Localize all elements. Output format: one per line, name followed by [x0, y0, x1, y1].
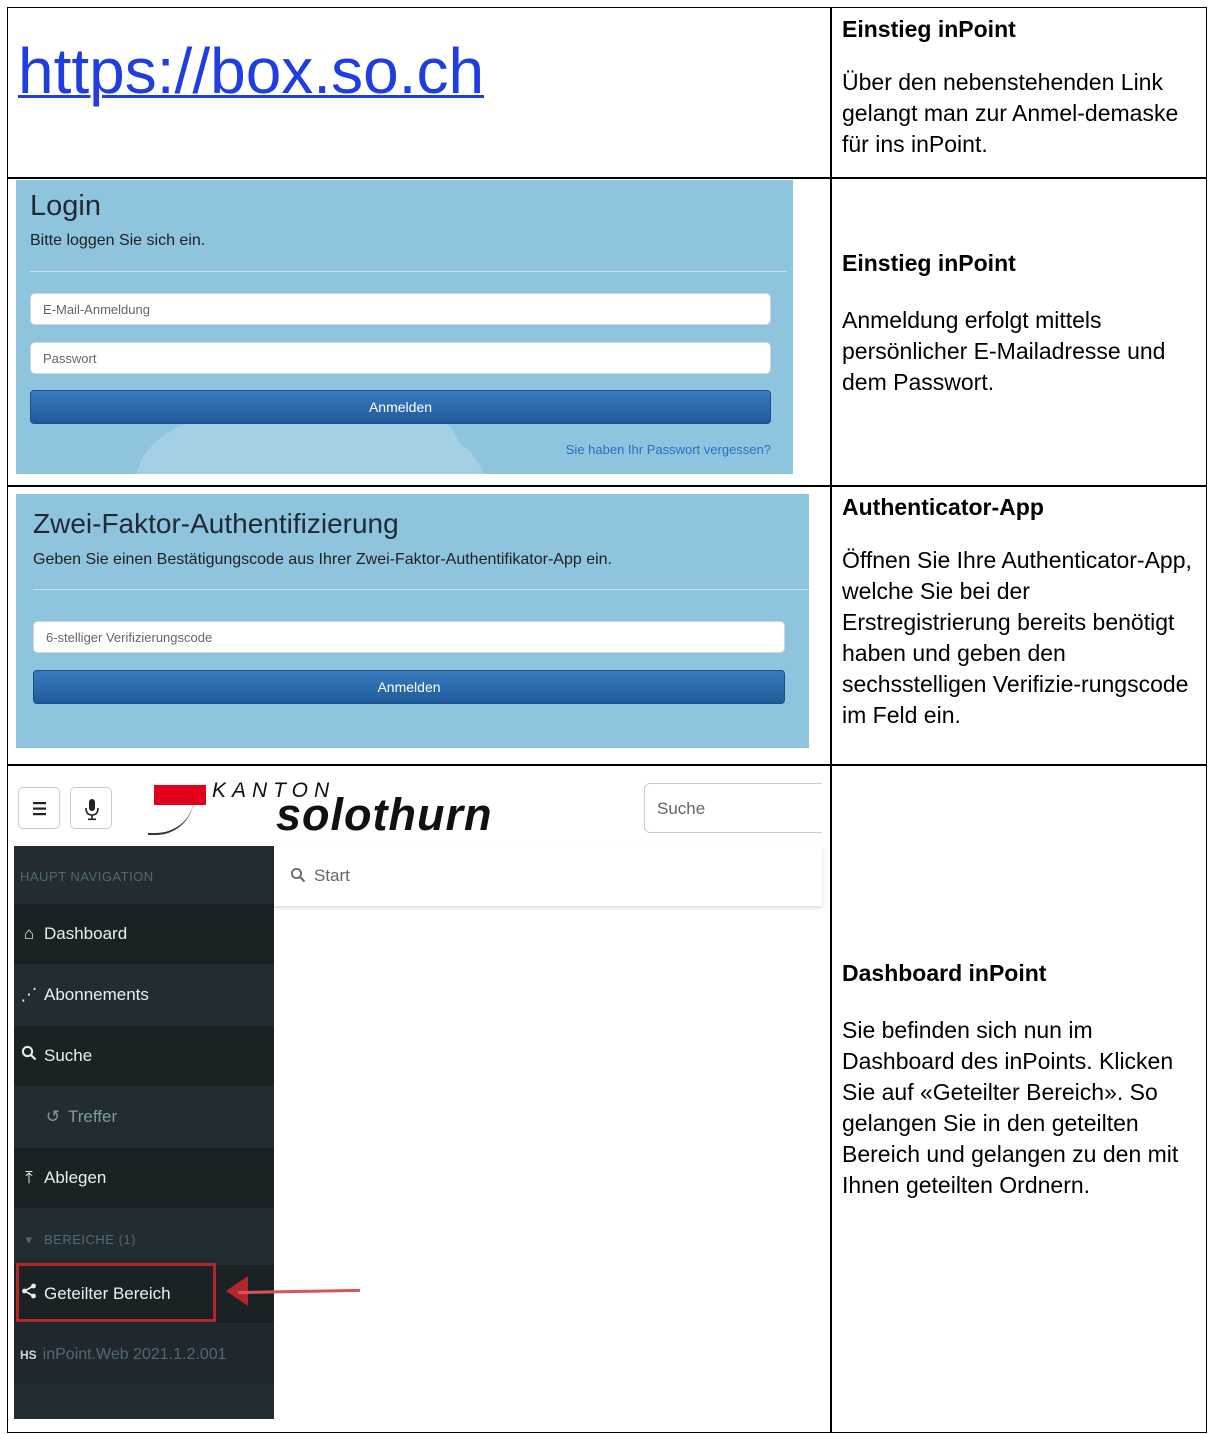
- two-factor-divider: [33, 589, 809, 590]
- forgot-password-link[interactable]: Sie haben Ihr Passwort vergessen?: [566, 442, 771, 457]
- sidebar: Haupt Navigation ⌂ Dashboard ⋰ Abonnements…: [14, 846, 274, 1419]
- row4-heading: Dashboard inPoint: [842, 960, 1047, 986]
- sidebar-item-label: Abonnements: [44, 985, 149, 1004]
- row2-text: Anmeldung erfolgt mittels persönlicher E…: [842, 307, 1166, 395]
- row-divider-3: [7, 764, 1207, 766]
- two-factor-title: Zwei-Faktor-Authentifizierung: [33, 508, 399, 539]
- row1-heading: Einstieg inPoint: [842, 16, 1016, 42]
- row3-description: Authenticator-App Öffnen Sie Ihre Authen…: [842, 492, 1197, 731]
- column-divider: [830, 7, 832, 1433]
- hs-logo-icon: HS: [20, 1348, 37, 1362]
- two-factor-panel: Zwei-Faktor-Authentifizierung Geben Sie …: [16, 494, 809, 748]
- row4-description: Dashboard inPoint Sie befinden sich nun …: [842, 958, 1197, 1201]
- search-icon: [291, 868, 306, 883]
- content-search-label: Start: [314, 866, 350, 885]
- login-title: Login: [30, 190, 101, 222]
- caret-down-icon: ▾: [25, 1232, 33, 1247]
- hamburger-icon: [33, 802, 46, 816]
- sidebar-item-label: Dashboard: [44, 924, 128, 943]
- login-divider: [30, 271, 787, 272]
- highlight-box: [16, 1263, 216, 1322]
- sidebar-item-suche[interactable]: Suche: [14, 1026, 274, 1086]
- two-factor-subtitle: Geben Sie einen Bestätigungscode aus Ihr…: [33, 551, 612, 568]
- menu-button[interactable]: [18, 787, 60, 829]
- login-button[interactable]: Anmelden: [30, 390, 771, 424]
- search-icon: [20, 1026, 38, 1086]
- verification-code-field[interactable]: 6-stelliger Verifizierungscode: [33, 621, 785, 653]
- row3-text: Öffnen Sie Ihre Authenticator-App, welch…: [842, 547, 1192, 728]
- row-divider-2: [7, 485, 1207, 487]
- dashboard-topbar: KANTON solothurn Suche: [14, 773, 822, 845]
- row4-text: Sie befinden sich nun im Dashboard des i…: [842, 1017, 1179, 1198]
- home-icon: ⌂: [23, 924, 35, 943]
- row-divider-1: [7, 177, 1207, 179]
- login-panel: Login Bitte loggen Sie sich ein. E-Mail-…: [16, 180, 793, 474]
- row1-description: Einstieg inPoint Über den nebenstehenden…: [842, 14, 1197, 160]
- sidebar-item-ablegen[interactable]: ⤒ Ablegen: [14, 1148, 274, 1208]
- row2-heading: Einstieg inPoint: [842, 250, 1016, 276]
- row3-heading: Authenticator-App: [842, 494, 1044, 520]
- logo-curve: [148, 797, 194, 835]
- sidebar-item-abonnements[interactable]: ⋰ Abonnements: [14, 965, 274, 1025]
- sidebar-section-label: Bereiche (1): [44, 1232, 136, 1247]
- sidebar-item-treffer[interactable]: ↺ Treffer: [14, 1087, 274, 1147]
- sidebar-section-bereiche[interactable]: ▾ Bereiche (1): [14, 1209, 274, 1269]
- rss-icon: ⋰: [20, 985, 38, 1004]
- email-field[interactable]: E-Mail-Anmeldung: [30, 293, 771, 325]
- content-search-input[interactable]: Start: [274, 846, 822, 906]
- box-link[interactable]: https://box.so.ch: [18, 32, 484, 110]
- history-icon: ↺: [45, 1107, 61, 1126]
- sidebar-item-label: Suche: [44, 1046, 93, 1065]
- sidebar-item-label: Treffer: [68, 1107, 118, 1126]
- password-field[interactable]: Passwort: [30, 342, 771, 374]
- sidebar-version: HS inPoint.Web 2021.1.2.001: [14, 1324, 274, 1384]
- microphone-icon: [85, 799, 99, 821]
- row1-text: Über den nebenstehenden Link gelangt man…: [842, 69, 1179, 157]
- sidebar-header: Haupt Navigation: [14, 846, 274, 906]
- row2-description: Einstieg inPoint Anmeldung erfolgt mitte…: [842, 248, 1197, 398]
- voice-button[interactable]: [70, 787, 112, 829]
- sidebar-item-label: Ablegen: [44, 1168, 107, 1187]
- version-label: inPoint.Web 2021.1.2.001: [42, 1346, 227, 1363]
- two-factor-login-button[interactable]: Anmelden: [33, 670, 785, 704]
- login-subtitle: Bitte loggen Sie sich ein.: [30, 232, 206, 249]
- sidebar-header-label: Haupt Navigation: [20, 869, 154, 884]
- upload-icon: ⤒: [25, 1168, 33, 1187]
- brand-solothurn: solothurn: [276, 789, 493, 840]
- sidebar-item-dashboard[interactable]: ⌂ Dashboard: [14, 904, 274, 964]
- top-search-input[interactable]: Suche: [644, 783, 822, 833]
